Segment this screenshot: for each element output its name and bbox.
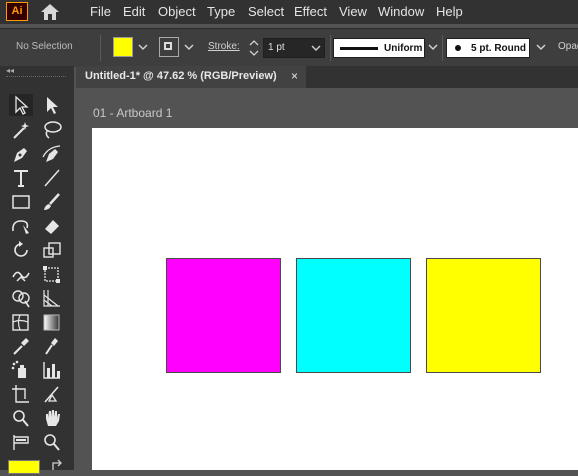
menu-view[interactable]: View <box>339 0 367 24</box>
zoom-tool-icon[interactable] <box>9 407 33 429</box>
chevron-down-icon[interactable] <box>136 38 150 56</box>
menu-help[interactable]: Help <box>436 0 463 24</box>
home-icon[interactable] <box>38 2 62 22</box>
stroke-weight-value: 1 pt <box>268 42 285 53</box>
divider <box>100 35 101 61</box>
yellow-square[interactable] <box>426 258 541 373</box>
edit-toolbar-icon[interactable] <box>9 431 33 453</box>
cyan-square[interactable] <box>296 258 411 373</box>
curvature-tool-icon[interactable] <box>40 143 64 165</box>
paintbrush-tool-icon[interactable] <box>40 191 64 213</box>
eraser-tool-icon[interactable] <box>40 215 64 237</box>
chevron-down-icon[interactable] <box>182 38 196 56</box>
eyedropper-tool-icon[interactable] <box>9 335 33 357</box>
fill-color-swatch[interactable] <box>113 37 133 57</box>
symbol-sprayer-tool-icon[interactable] <box>9 359 33 381</box>
artboard[interactable] <box>92 128 578 470</box>
menu-select[interactable]: Select <box>248 0 284 24</box>
rectangle-tool-icon[interactable] <box>9 191 33 213</box>
magenta-square[interactable] <box>166 258 281 373</box>
menu-effect[interactable]: Effect <box>294 0 327 24</box>
stroke-color-swatch[interactable] <box>159 37 179 57</box>
document-tab-bar: Untitled-1* @ 47.62 % (RGB/Preview) × <box>76 66 578 88</box>
slice-tool-icon[interactable] <box>40 383 64 405</box>
stroke-weight-stepper[interactable] <box>247 37 261 59</box>
search-icon[interactable] <box>40 431 64 453</box>
document-tab-title: Untitled-1* @ 47.62 % (RGB/Preview) <box>85 70 277 82</box>
shaper-tool-icon[interactable] <box>9 215 33 237</box>
fill-color-box[interactable] <box>8 460 40 474</box>
shape-builder-tool-icon[interactable] <box>9 287 33 309</box>
rotate-tool-icon[interactable] <box>9 239 33 261</box>
document-tab[interactable]: Untitled-1* @ 47.62 % (RGB/Preview) × <box>76 66 306 88</box>
mesh-tool-icon[interactable] <box>9 311 33 333</box>
brush-definition-field[interactable]: 5 pt. Round <box>446 38 530 58</box>
artboard-label[interactable]: 01 - Artboard 1 <box>93 106 172 120</box>
type-tool-icon[interactable] <box>9 167 33 189</box>
lasso-tool-icon[interactable] <box>40 119 64 141</box>
opacity-label[interactable]: Opac <box>558 41 578 52</box>
menu-file[interactable]: File <box>90 0 111 24</box>
divider <box>330 35 331 61</box>
stroke-profile-line-icon <box>340 47 378 50</box>
column-graph-tool-icon[interactable] <box>40 359 64 381</box>
menu-object[interactable]: Object <box>158 0 196 24</box>
swap-fill-stroke-icon[interactable] <box>50 458 66 470</box>
stroke-weight-field[interactable]: 1 pt <box>263 38 325 58</box>
brush-dot-icon <box>455 45 461 51</box>
panel-grip[interactable] <box>6 76 66 79</box>
gradient-tool-icon[interactable] <box>40 311 64 333</box>
divider <box>442 35 443 61</box>
tools-panel: ◂◂ <box>0 66 74 470</box>
chevron-down-icon[interactable] <box>534 38 548 56</box>
variable-width-profile-field[interactable]: Uniform <box>333 38 425 58</box>
menu-window[interactable]: Window <box>378 0 424 24</box>
chevron-down-icon <box>311 45 321 51</box>
blend-tool-icon[interactable] <box>40 335 64 357</box>
chevron-down-icon[interactable] <box>426 38 440 56</box>
menu-edit[interactable]: Edit <box>123 0 145 24</box>
magic-wand-tool-icon[interactable] <box>9 119 33 141</box>
hand-tool-icon[interactable] <box>40 407 64 429</box>
selection-tool-icon[interactable] <box>9 94 33 116</box>
variable-width-profile-value: Uniform <box>384 43 423 54</box>
menu-bar: Ai File Edit Object Type Select Effect V… <box>0 0 578 24</box>
control-bar: No Selection Stroke: 1 pt Uniform 5 pt. … <box>0 28 578 67</box>
selection-status: No Selection <box>16 41 73 52</box>
collapse-panel-icon[interactable]: ◂◂ <box>6 66 14 75</box>
menu-type[interactable]: Type <box>207 0 235 24</box>
stroke-label[interactable]: Stroke: <box>208 41 240 52</box>
direct-selection-tool-icon[interactable] <box>40 94 64 116</box>
close-icon[interactable]: × <box>291 69 298 83</box>
app-logo: Ai <box>6 2 28 21</box>
pen-tool-icon[interactable] <box>9 143 33 165</box>
free-transform-tool-icon[interactable] <box>40 263 64 285</box>
artboard-tool-icon[interactable] <box>9 383 33 405</box>
scale-tool-icon[interactable] <box>40 239 64 261</box>
brush-definition-value: 5 pt. Round <box>471 43 526 54</box>
warp-tool-icon[interactable] <box>9 263 33 285</box>
perspective-grid-tool-icon[interactable] <box>40 287 64 309</box>
line-segment-tool-icon[interactable] <box>40 167 64 189</box>
